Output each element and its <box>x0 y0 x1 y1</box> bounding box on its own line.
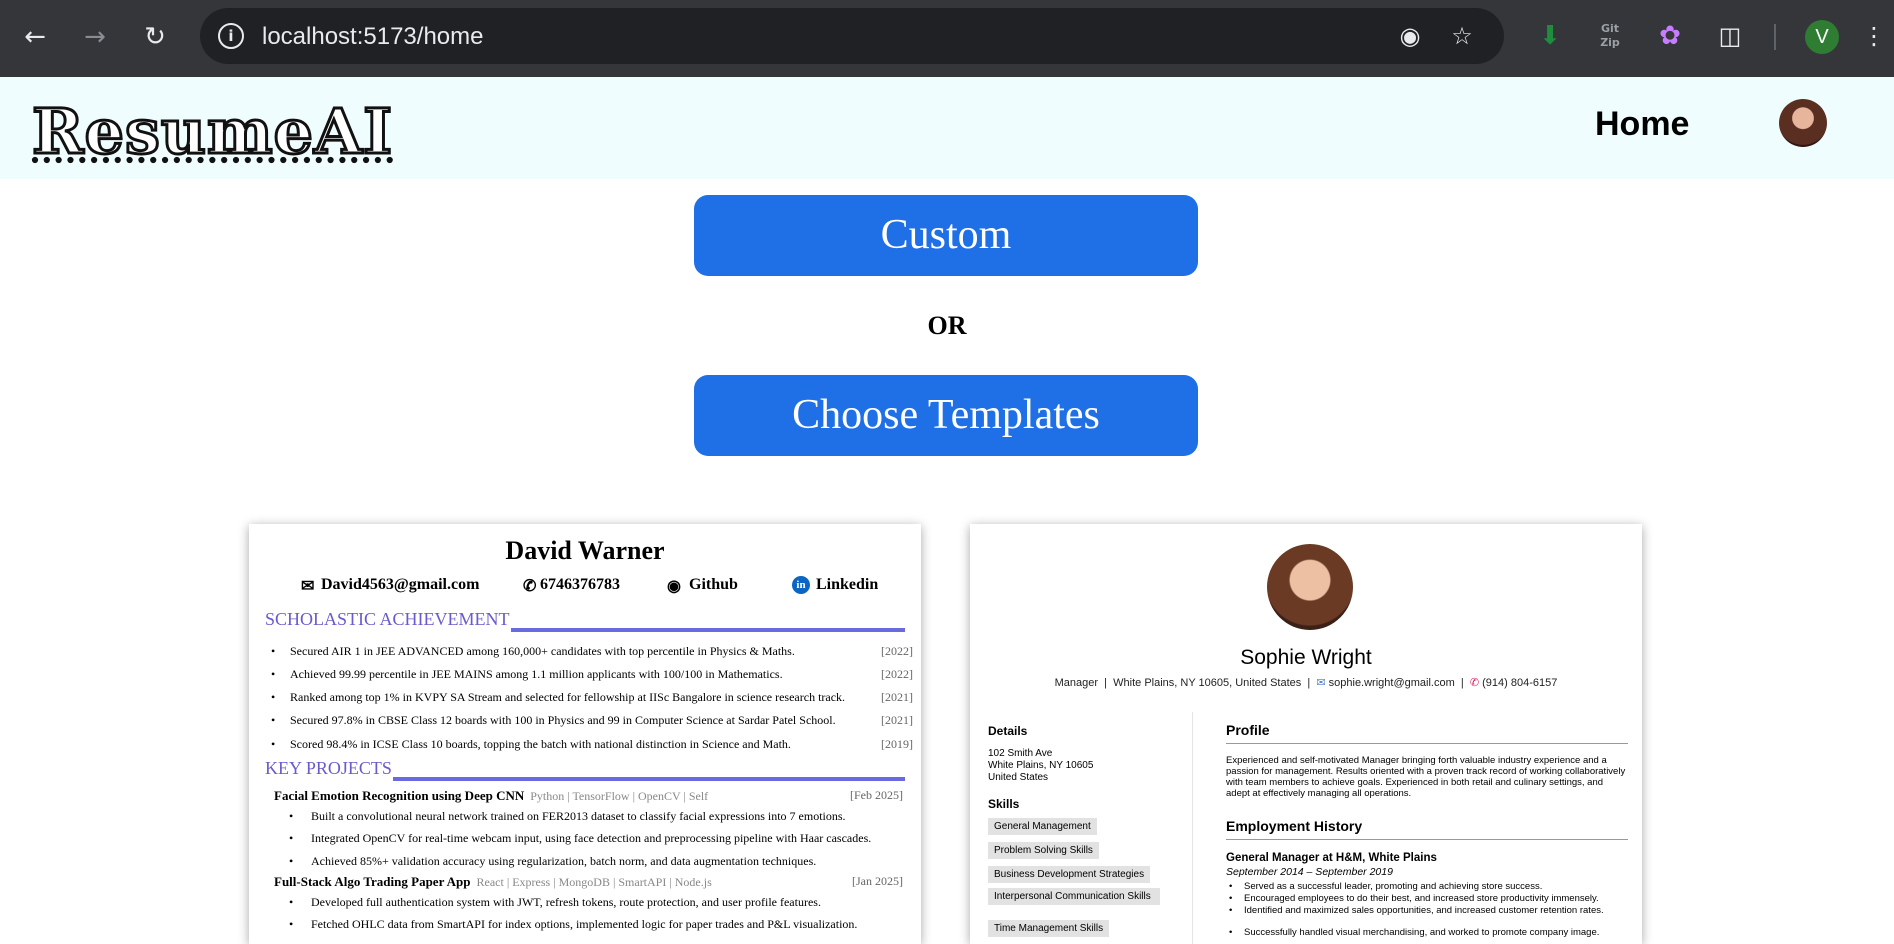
resume-name: David Warner <box>505 536 665 565</box>
resume-name: Sophie Wright <box>1240 646 1372 669</box>
employment-heading: Employment History <box>1226 818 1363 834</box>
forward-icon[interactable]: → <box>78 20 112 54</box>
app-logo[interactable]: ResumeAI <box>30 94 393 170</box>
gitzip-extension-icon[interactable]: Git Zip <box>1592 18 1628 58</box>
or-separator: OR <box>927 311 967 340</box>
phone-icon: ✆ <box>1469 677 1480 689</box>
address-line: United States <box>988 772 1049 783</box>
url-text[interactable]: localhost:5173/home <box>262 23 483 51</box>
project-title-row: Full-Stack Algo Trading Paper App React |… <box>274 874 903 889</box>
extensions-puzzle-icon[interactable]: ◫ <box>1712 18 1748 54</box>
eye-off-icon[interactable]: ◉ <box>1394 20 1426 52</box>
address-bar[interactable]: i localhost:5173/home ◉ ☆ <box>200 8 1504 64</box>
github-icon: ◉ <box>667 578 681 595</box>
skill-chip: Problem Solving Skills <box>988 842 1099 859</box>
resume-github: Github <box>689 576 738 593</box>
browser-toolbar: ← → ↻ i localhost:5173/home ◉ ☆ ⬇ Git Zi… <box>0 0 1894 77</box>
skill-chip: Time Management Skills <box>988 920 1110 937</box>
reload-icon[interactable]: ↻ <box>138 20 172 54</box>
download-extension-icon[interactable]: ⬇ <box>1532 18 1568 54</box>
job-title: General Manager at H&M, White Plains <box>1226 852 1437 864</box>
mail-icon: ✉ <box>1316 677 1326 689</box>
custom-button[interactable]: Custom <box>694 195 1198 276</box>
profile-heading: Profile <box>1226 722 1270 738</box>
resume-contact-line: Manager | White Plains, NY 10605, United… <box>1054 677 1558 689</box>
choose-templates-button[interactable]: Choose Templates <box>694 375 1198 456</box>
linkedin-icon: in <box>792 576 810 594</box>
back-icon[interactable]: ← <box>18 20 52 54</box>
heading-rule <box>1226 839 1628 840</box>
profile-text: Experienced and self-motivated Manager b… <box>1226 755 1626 799</box>
address-line: White Plains, NY 10605 <box>988 760 1094 771</box>
mail-icon: ✉ <box>301 578 315 595</box>
resume-template-card-1[interactable]: David Warner ✉ David4563@gmail.com ✆ 674… <box>249 524 921 944</box>
resume-email: David4563@gmail.com <box>321 576 480 593</box>
info-icon[interactable]: i <box>218 23 244 49</box>
skill-chip: Business Development Strategies <box>988 866 1151 883</box>
column-divider <box>1192 712 1193 944</box>
resume-photo <box>1267 544 1353 630</box>
section-heading: SCHOLASTIC ACHIEVEMENT <box>265 609 905 632</box>
section-heading: KEY PROJECTS <box>265 758 905 781</box>
star-icon[interactable]: ☆ <box>1446 20 1478 52</box>
browser-profile-avatar[interactable]: V <box>1805 20 1839 54</box>
brain-extension-icon[interactable]: ✿ <box>1652 18 1688 54</box>
job-dates: September 2014 – September 2019 <box>1226 866 1393 878</box>
nav-home-link[interactable]: Home <box>1595 105 1689 144</box>
heading-rule <box>1226 743 1628 744</box>
resume-phone: 6746376783 <box>540 576 620 593</box>
app-header: ResumeAI Home <box>0 77 1894 179</box>
toolbar-divider <box>1774 24 1776 50</box>
more-vert-icon[interactable]: ⋮ <box>1862 18 1886 54</box>
skill-chip: General Management <box>988 818 1097 835</box>
user-avatar[interactable] <box>1779 99 1827 147</box>
resume-template-card-2[interactable]: Sophie Wright Manager | White Plains, NY… <box>970 524 1642 944</box>
phone-icon: ✆ <box>523 578 537 595</box>
details-heading: Details <box>988 724 1028 738</box>
address-line: 102 Smith Ave <box>988 748 1053 759</box>
skill-chip: Interpersonal Communication Skills <box>988 888 1160 905</box>
skills-heading: Skills <box>988 797 1020 811</box>
resume-linkedin: Linkedin <box>816 576 879 593</box>
project-title-row: Facial Emotion Recognition using Deep CN… <box>274 788 903 803</box>
